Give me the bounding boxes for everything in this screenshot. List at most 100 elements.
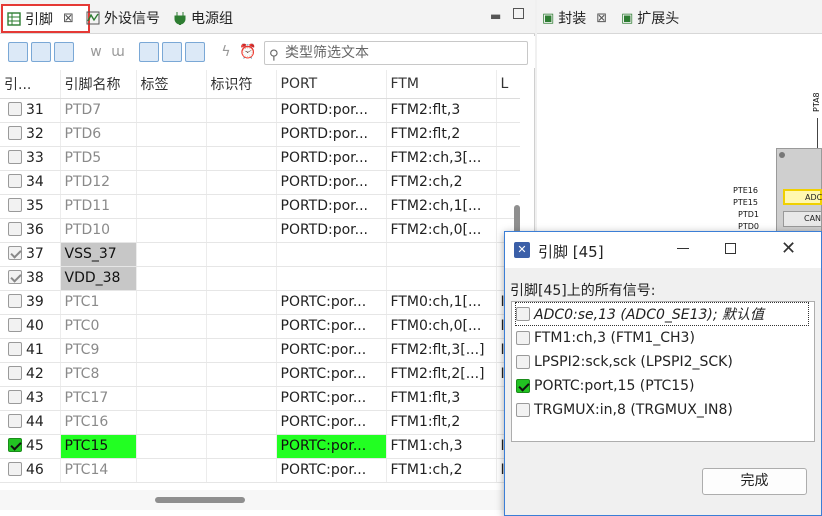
table-row[interactable]: 39 PTC1 PORTC:por... FTM0:ch,1[... I (0, 290, 520, 315)
table-row[interactable]: 34 PTD12 PORTD:por... FTM2:ch,2 (0, 170, 520, 195)
label-cell (136, 362, 207, 387)
tab-package[interactable]: ▣ 封装 ⊠ (542, 6, 607, 30)
table-row[interactable]: 38 VDD_38 (0, 266, 520, 291)
col-layout-a-icon[interactable] (8, 42, 28, 62)
pin-checkbox[interactable] (8, 150, 22, 164)
ftm-cell: FTM2:ch,3[... (386, 146, 497, 171)
table-row[interactable]: 43 PTC17 PORTC:por... FTM1:flt,3 (0, 386, 520, 411)
label-cell (136, 266, 207, 291)
pin-checkbox[interactable] (8, 222, 22, 236)
alarm-clock-icon[interactable]: ⏰ (238, 42, 258, 62)
table-row[interactable]: 31 PTD7 PORTD:por... FTM2:flt,3 (0, 98, 520, 123)
close-icon[interactable]: ✕ (781, 238, 796, 259)
table-row[interactable]: 35 PTD11 PORTD:por... FTM2:ch,1[... (0, 194, 520, 219)
tab-package-label: 封装 (558, 11, 587, 27)
filter-input[interactable]: ⚲ 类型筛选文本 (264, 41, 528, 65)
signal-checkbox[interactable] (516, 403, 530, 417)
table-row[interactable]: 33 PTD5 PORTD:por... FTM2:ch,3[... (0, 146, 520, 171)
pin-number: 35 (26, 198, 44, 214)
table-row[interactable]: 42 PTC8 PORTC:por... FTM2:flt,2[...] I (0, 362, 520, 387)
pin-checkbox[interactable] (8, 462, 22, 476)
horizontal-scrollbar[interactable] (0, 490, 535, 510)
signal-item[interactable]: LPSPI2:sck,sck (LPSPI2_SCK) (516, 351, 733, 373)
identifier-cell (206, 290, 277, 315)
port-cell: PORTC:por... (276, 362, 387, 387)
col-header-port[interactable]: PORT (276, 70, 387, 99)
signal-checkbox[interactable] (516, 307, 530, 321)
route-a-icon[interactable] (139, 42, 159, 62)
pin-checkbox[interactable] (8, 438, 22, 452)
horizontal-scrollbar-thumb[interactable] (155, 497, 245, 503)
table-row[interactable]: 45 PTC15 PORTC:por... FTM1:ch,3 I (0, 434, 520, 459)
signal-checkbox[interactable] (516, 331, 530, 345)
table-row[interactable]: 40 PTC0 PORTC:por... FTM0:ch,0[... I (0, 314, 520, 339)
tab-peripheral-signals-label: 外设信号 (104, 11, 160, 27)
label-cell (136, 338, 207, 363)
wave-a-icon[interactable]: ᴡ (86, 42, 106, 62)
tab-power-groups[interactable]: 电源组 (173, 6, 233, 30)
signal-checkbox[interactable] (516, 355, 530, 369)
col-header-name[interactable]: 引脚名称 (60, 70, 137, 99)
pin-name-cell: PTD11 (60, 194, 137, 219)
signal-label: TRGMUX:in,8 (TRGMUX_IN8) (534, 402, 733, 418)
minimize-icon[interactable] (677, 248, 689, 249)
tab-peripheral-signals[interactable]: 外设信号 (86, 6, 160, 30)
signal-item[interactable]: TRGMUX:in,8 (TRGMUX_IN8) (516, 399, 733, 421)
table-row[interactable]: 37 VSS_37 (0, 242, 520, 267)
route-c-icon[interactable] (185, 42, 205, 62)
col-layout-c-icon[interactable] (54, 42, 74, 62)
col-header-ftm[interactable]: FTM (386, 70, 497, 99)
pin-checkbox[interactable] (8, 342, 22, 356)
label-cell (136, 386, 207, 411)
pin-checkbox[interactable] (8, 318, 22, 332)
col-layout-b-icon[interactable] (31, 42, 51, 62)
ftm-cell (386, 266, 497, 291)
close-icon[interactable]: ⊠ (63, 11, 74, 26)
minimize-icon[interactable]: ▬ (490, 9, 501, 23)
col-header-label[interactable]: 标签 (136, 70, 207, 99)
pin-checkbox[interactable] (8, 198, 22, 212)
col-header-num[interactable]: 引... (0, 70, 61, 99)
pin-number-cell: 39 (0, 290, 61, 315)
table-row[interactable]: 36 PTD10 PORTD:por... FTM2:ch,0[... (0, 218, 520, 243)
signal-item[interactable]: PORTC:port,15 (PTC15) (516, 375, 695, 397)
dialog-title-bar[interactable]: ✕ 引脚 [45] ✕ (505, 232, 821, 268)
ftm-cell: FTM2:ch,1[... (386, 194, 497, 219)
identifier-cell (206, 434, 277, 459)
pin-checkbox[interactable] (8, 246, 22, 260)
pin-checkbox[interactable] (8, 390, 22, 404)
pin-checkbox[interactable] (8, 270, 22, 284)
route-b-icon[interactable] (162, 42, 182, 62)
pin-label: PTE16 (733, 186, 758, 195)
table-row[interactable]: 44 PTC16 PORTC:por... FTM1:flt,2 (0, 410, 520, 435)
signal-item[interactable]: ADC0:se,13 (ADC0_SE13); 默认值 (515, 302, 809, 326)
table-row[interactable]: 41 PTC9 PORTC:por... FTM2:flt,3[...] I (0, 338, 520, 363)
close-icon[interactable]: ⊠ (596, 11, 607, 26)
tab-expansion-header[interactable]: ▣ 扩展头 (621, 6, 679, 30)
table-row[interactable]: 32 PTD6 PORTD:por... FTM2:flt,2 (0, 122, 520, 147)
ftm-cell: FTM1:ch,2 (386, 458, 497, 483)
pad-adc[interactable]: ADC (783, 189, 822, 205)
pin-checkbox[interactable] (8, 174, 22, 188)
ftm-cell: FTM1:flt,2 (386, 410, 497, 435)
wave-b-icon[interactable]: ɯ (108, 42, 128, 62)
label-cell (136, 146, 207, 171)
signal-checkbox[interactable] (516, 379, 530, 393)
col-header-l[interactable]: L (496, 70, 520, 99)
col-header-identifier[interactable]: 标识符 (206, 70, 277, 99)
signal-item[interactable]: FTM1:ch,3 (FTM1_CH3) (516, 327, 695, 349)
pin-checkbox[interactable] (8, 126, 22, 140)
maximize-icon[interactable] (725, 243, 736, 254)
pin-checkbox[interactable] (8, 294, 22, 308)
table-row[interactable]: 46 PTC14 PORTC:por... FTM1:ch,2 I (0, 458, 520, 483)
pad-can[interactable]: CAN (783, 211, 822, 227)
label-cell (136, 170, 207, 195)
tab-pins[interactable]: 引脚 ⊠ (1, 4, 90, 33)
pin-checkbox[interactable] (8, 414, 22, 428)
maximize-icon[interactable] (513, 8, 524, 19)
lightning-icon[interactable]: ϟ (216, 42, 236, 62)
pin-checkbox[interactable] (8, 366, 22, 380)
done-button[interactable]: 完成 (702, 468, 807, 495)
pin-number-cell: 31 (0, 98, 61, 123)
pin-checkbox[interactable] (8, 102, 22, 116)
